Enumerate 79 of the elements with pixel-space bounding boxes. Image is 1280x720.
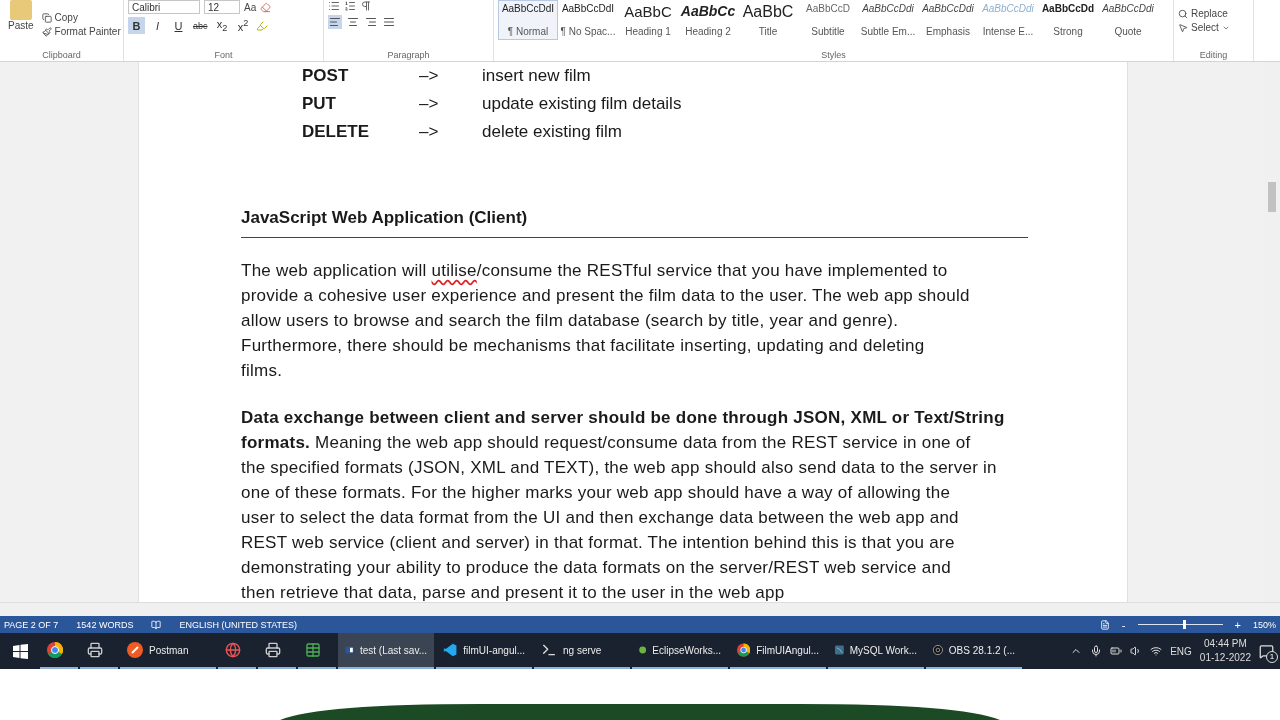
taskbar-app[interactable]: OBS 28.1.2 (... (926, 633, 1022, 669)
taskbar-app[interactable]: test (Last sav... (338, 633, 434, 669)
word-count[interactable]: 1542 WORDS (76, 619, 134, 630)
method-description: update existing film details (482, 93, 683, 115)
format-button[interactable]: I (149, 17, 166, 34)
paragraph: Data exchange between client and server should be done through JSON, XML or Text/String formats. Meaning the web app should request/consume data from the REST service in one of the specified formats (JSON, XML and TEXT), the web app should also send data to the server in one of these formats. For the higher marks your web app should have a way of allowing the user to select the data format from the UI and then exchange data between the web app and REST web service (client and server) in that format. The intention behind this is that you are demonstrating your ability to produce the data formats on the server/REST web service and then retrieve that data, parse and present it to the user in the web app (241, 407, 1006, 604)
taskbar-app[interactable]: EclipseWorks... (632, 633, 728, 669)
browser-icon (47, 642, 63, 658)
arrow-text: –> (419, 65, 440, 87)
format-button[interactable]: B (128, 17, 145, 34)
taskbar-app[interactable]: MySQL Work... (828, 633, 924, 669)
format-button[interactable]: x$_{2}$ (213, 17, 231, 34)
group-label: Clipboard (41, 49, 82, 61)
proofing-icon[interactable] (151, 619, 162, 630)
bullets-icon[interactable] (328, 0, 340, 12)
language-indicator[interactable]: ENGLISH (UNITED STATES) (179, 619, 298, 630)
zoom-thumb[interactable] (1182, 620, 1186, 629)
http-method: PUT (302, 93, 337, 115)
horizontal-scrollbar[interactable] (0, 602, 1280, 616)
clock[interactable]: 04:44 PM 01-12-2022 (1199, 637, 1251, 665)
postman-icon (127, 642, 143, 658)
style-tile[interactable]: AaBbCcDdI ¶ Normal (498, 0, 558, 40)
format-painter-button[interactable]: Format Painter (41, 26, 121, 37)
copy-button[interactable]: Copy (41, 12, 121, 23)
wifi-icon[interactable] (1150, 645, 1163, 657)
layout-icon[interactable] (1099, 619, 1110, 630)
clipboard-icon (9, 0, 32, 20)
format-button[interactable]: x$^{2}$ (234, 17, 252, 34)
align-button[interactable] (346, 15, 360, 29)
group-label: Editing (1198, 49, 1229, 61)
align-button[interactable] (328, 15, 342, 29)
taskbar-app[interactable]: filmUI-angul... (436, 633, 532, 669)
code-editor-icon (443, 642, 458, 658)
microphone-icon[interactable] (1090, 645, 1103, 657)
numbering-icon[interactable] (344, 0, 356, 12)
terminal-icon (541, 642, 557, 658)
group-label: Styles (820, 49, 847, 61)
method-description: delete existing film (482, 121, 623, 143)
http-method: DELETE (302, 121, 371, 143)
replace-button[interactable]: Replace (1178, 8, 1230, 19)
zoom-out-button[interactable]: - (1121, 618, 1126, 631)
group-label: Font (213, 49, 234, 61)
paintbrush-icon (41, 26, 52, 37)
zoom-in-button[interactable]: + (1234, 618, 1241, 631)
format-button[interactable]: U (170, 17, 187, 34)
change-case-button[interactable]: Aa (244, 1, 257, 13)
globe-icon (225, 642, 241, 658)
select-button[interactable]: Select (1178, 22, 1230, 33)
http-method: POST (302, 65, 350, 87)
taskbar-app[interactable]: ng serve (534, 633, 630, 669)
paste-button[interactable]: Paste (4, 0, 38, 31)
windows-icon (12, 643, 28, 659)
input-language[interactable]: ENG (1170, 645, 1192, 657)
font-size-field[interactable]: 12 (204, 0, 240, 14)
browser-icon (737, 642, 751, 658)
arrow-text: –> (419, 121, 440, 143)
taskbar-app[interactable]: FilmUIAngul... (730, 633, 826, 669)
search-icon (1178, 8, 1188, 19)
align-button[interactable] (364, 15, 378, 29)
printer-icon (87, 642, 103, 658)
page-count[interactable]: PAGE 2 OF 7 (4, 619, 59, 630)
section-heading: JavaScript Web Application (Client) (241, 207, 1028, 238)
battery-icon[interactable] (1110, 645, 1123, 657)
font-name-field[interactable]: Calibri (128, 0, 200, 14)
pilcrow-icon[interactable] (360, 0, 372, 12)
record-icon (933, 642, 943, 658)
paragraph: The web application will utilise/consume the RESTful service that you have implemented to provide a cohesive user experience and present the film data to the user. The web app should allow users to browse and search the film database (search by title, year and genre). Furthermore, there should be mechanisms that facilitate inserting, updating and deleting films. (241, 260, 971, 382)
spreadsheet-icon (305, 642, 321, 658)
format-button[interactable]: abc (191, 17, 210, 34)
zoom-level[interactable]: 150% (1252, 619, 1276, 630)
pointer-icon (1178, 22, 1188, 33)
eraser-icon[interactable] (260, 1, 272, 13)
group-label: Paragraph (386, 49, 431, 61)
arrow-text: –> (419, 93, 440, 115)
method-description: insert new film (482, 65, 592, 87)
align-button[interactable] (382, 15, 396, 29)
taskbar-app[interactable]: Postman (120, 633, 216, 669)
copy-icon (41, 12, 52, 23)
printer-icon (265, 642, 281, 658)
